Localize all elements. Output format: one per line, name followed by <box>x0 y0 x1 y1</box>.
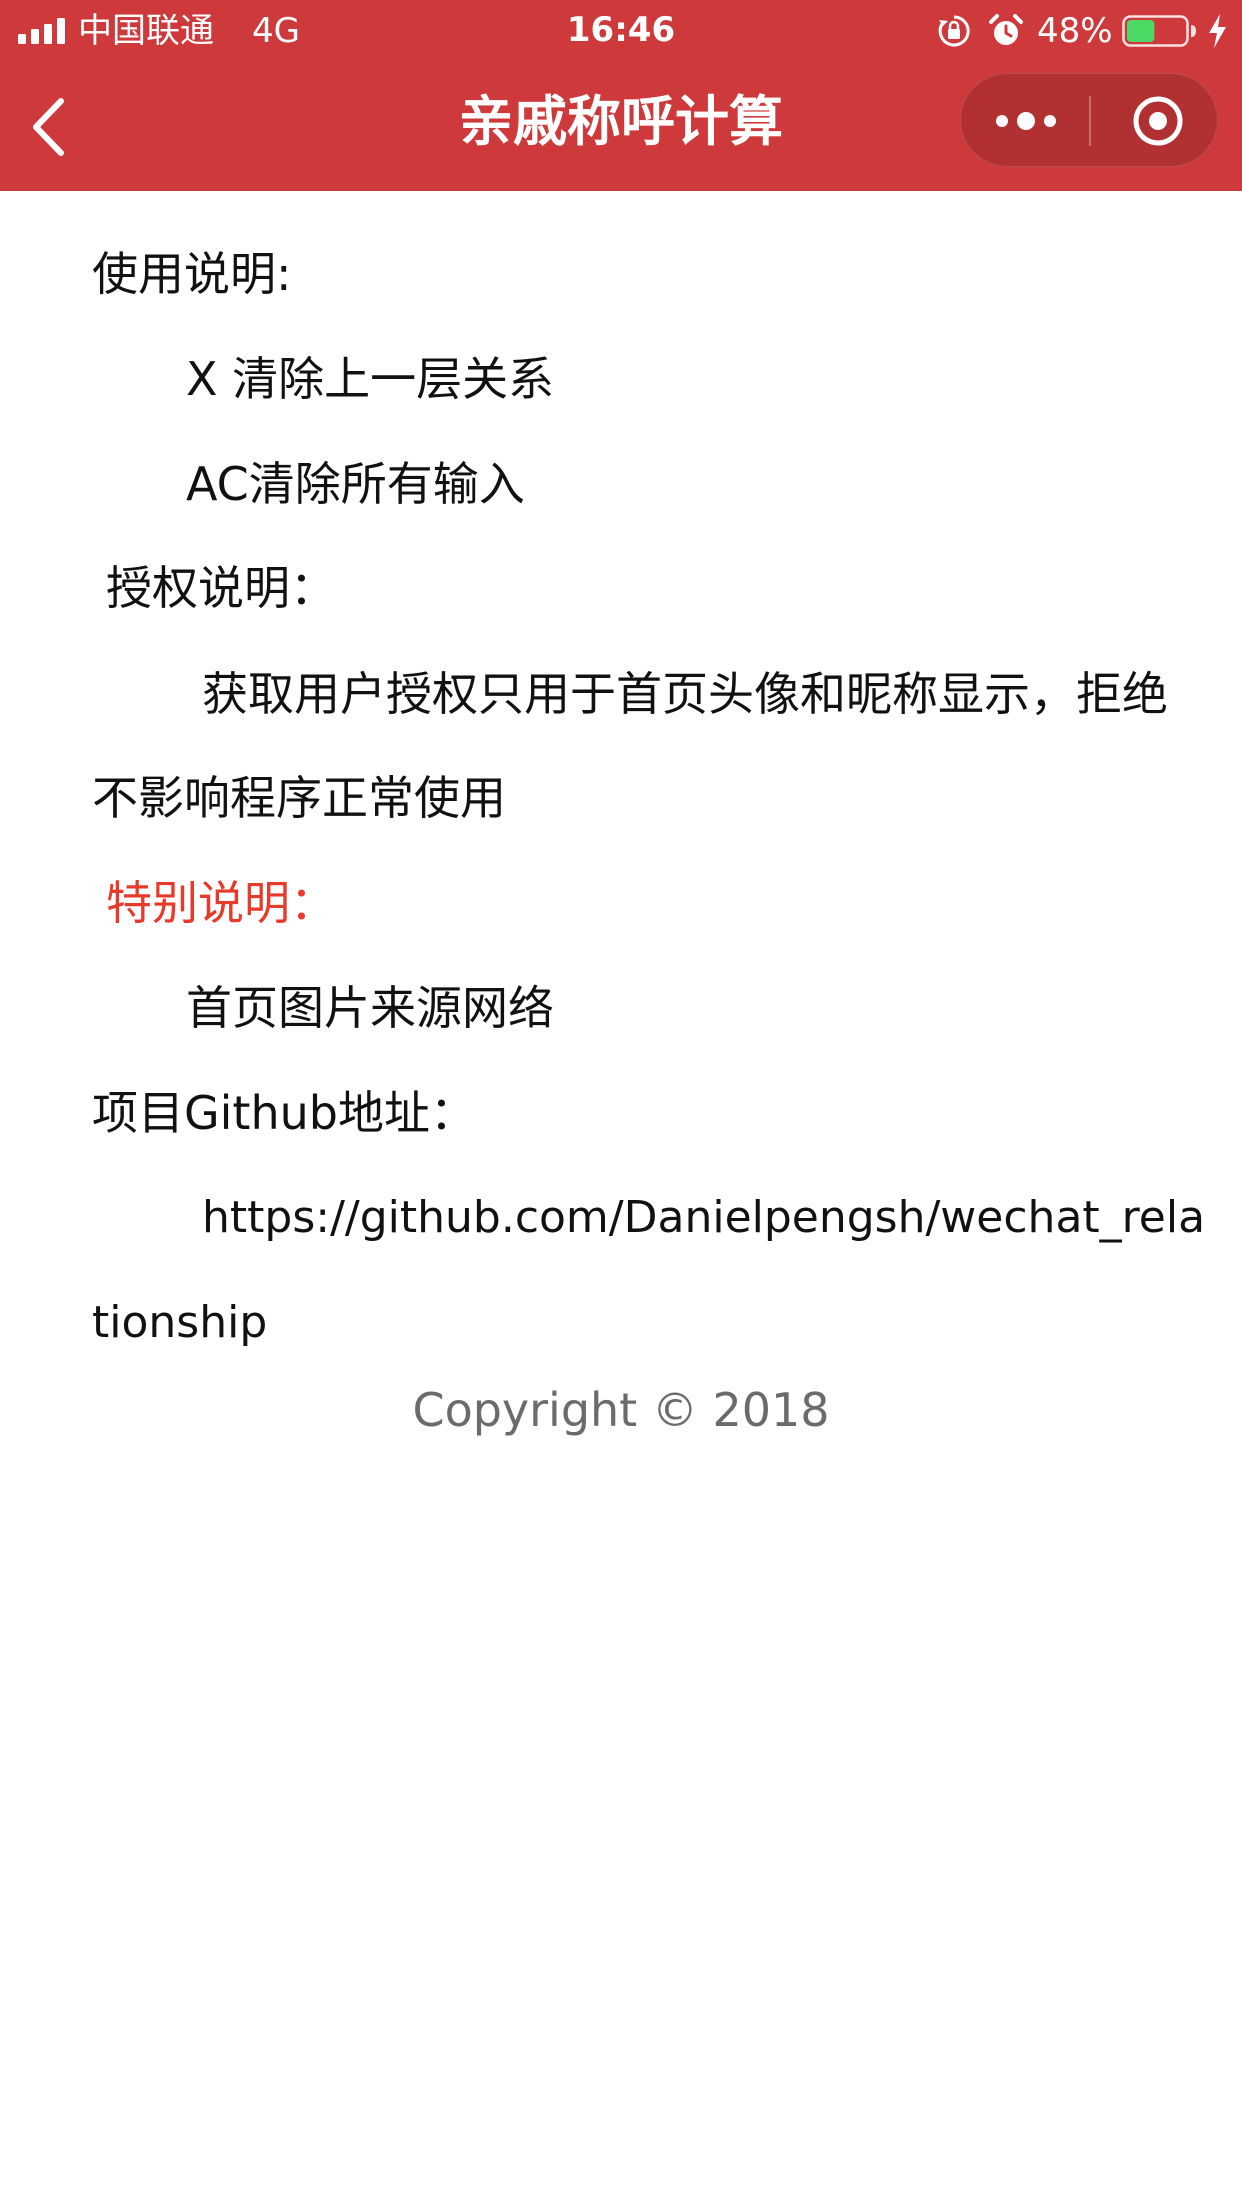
alarm-icon <box>989 14 1023 45</box>
mini-program-capsule <box>960 73 1218 167</box>
auth-text-line2: 不影响程序正常使用 <box>92 771 506 825</box>
capsule-divider <box>1089 96 1091 146</box>
target-icon[interactable] <box>1131 94 1185 148</box>
more-dots-icon[interactable] <box>993 101 1059 141</box>
auth-title: 授权说明： <box>106 561 336 615</box>
github-url-line1[interactable]: https://github.com/Danielpengsh/wechat_r… <box>202 1188 1205 1248</box>
header: 中国联通 4G 16:46 48% 亲戚称呼计算 <box>0 0 1242 191</box>
copyright-text: Copyright © 2018 <box>412 1383 830 1437</box>
battery-icon <box>1122 15 1196 47</box>
usage-x-text: X 清除上一层关系 <box>186 352 555 406</box>
charging-icon <box>1209 14 1226 48</box>
github-url-line2[interactable]: tionship <box>92 1293 267 1353</box>
special-title: 特别说明： <box>106 876 336 930</box>
usage-title: 使用说明: <box>92 247 292 301</box>
special-text: 首页图片来源网络 <box>186 981 554 1035</box>
rotation-lock-icon <box>938 15 970 47</box>
github-title: 项目Github地址： <box>92 1086 476 1140</box>
status-bar: 中国联通 4G 16:46 48% <box>0 0 1242 62</box>
auth-text-line1: 获取用户授权只用于首页头像和昵称显示，拒绝 <box>202 667 1168 721</box>
usage-ac-text: AC清除所有输入 <box>186 457 525 511</box>
battery-percent: 48% <box>1037 11 1113 51</box>
